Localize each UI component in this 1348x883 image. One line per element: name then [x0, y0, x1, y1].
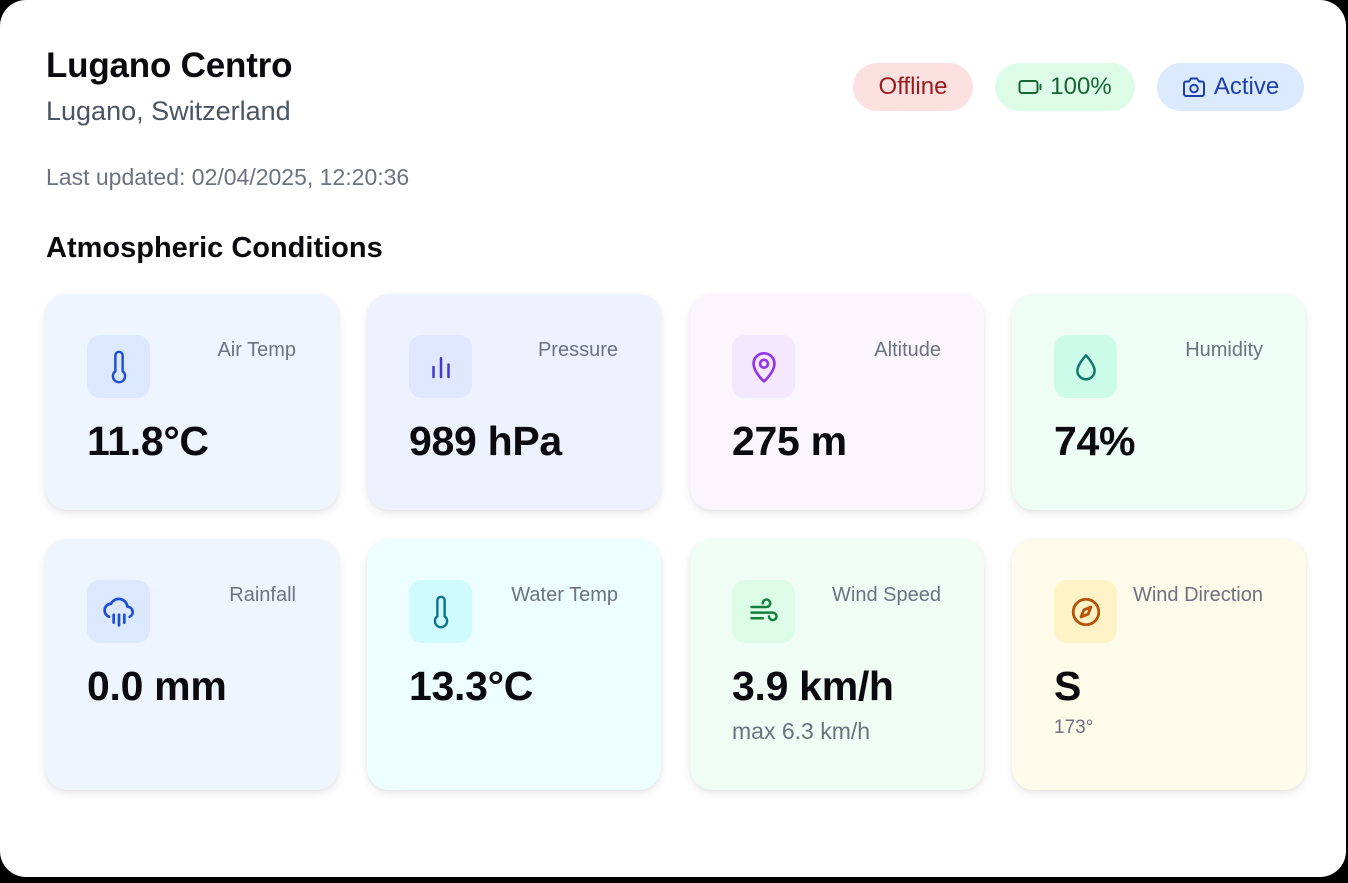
- tile-label: Wind Direction: [1132, 584, 1263, 606]
- tile-label: Wind Speed: [832, 584, 941, 606]
- tile-air-temp: Air Temp 11.8°C: [45, 294, 339, 510]
- tile-label: Altitude: [874, 339, 941, 361]
- compass-icon: [1054, 580, 1117, 643]
- tile-humidity: Humidity 74%: [1012, 294, 1306, 510]
- tile-rainfall: Rainfall 0.0 mm: [45, 539, 339, 790]
- tile-altitude: Altitude 275 m: [690, 294, 984, 510]
- tile-value: 11.8°C: [87, 418, 209, 464]
- tile-value: 3.9 km/h: [732, 663, 894, 709]
- droplet-icon: [1054, 335, 1117, 398]
- tile-label: Air Temp: [217, 339, 296, 361]
- tile-value: 0.0 mm: [87, 663, 227, 709]
- status-badges: Offline 100% Active: [853, 63, 1304, 111]
- tile-value: S: [1054, 663, 1082, 709]
- battery-badge: 100%: [995, 63, 1135, 111]
- battery-badge-label: 100%: [1050, 73, 1112, 100]
- last-updated: Last updated: 02/04/2025, 12:20:36: [46, 164, 410, 190]
- tile-label: Water Temp: [511, 584, 618, 606]
- bar-chart-icon: [409, 335, 472, 398]
- wind-icon: [732, 580, 795, 643]
- tile-label: Humidity: [1185, 339, 1263, 361]
- thermometer-icon: [87, 335, 150, 398]
- battery-icon: [1018, 79, 1042, 95]
- camera-badge-label: Active: [1213, 73, 1280, 100]
- camera-badge: Active: [1157, 63, 1304, 111]
- status-badge: Offline: [853, 63, 973, 111]
- tile-label: Rainfall: [229, 584, 296, 606]
- camera-icon: [1182, 76, 1206, 98]
- tile-label: Pressure: [537, 339, 618, 361]
- station-location: Lugano, Switzerland: [46, 96, 291, 126]
- cloud-rain-icon: [87, 580, 150, 643]
- map-pin-icon: [732, 335, 795, 398]
- tile-water-temp: Water Temp 13.3°C: [367, 539, 661, 790]
- station-name: Lugano Centro: [46, 46, 293, 85]
- tile-wind-direction: Wind Direction S 173°: [1012, 539, 1306, 790]
- tile-wind-speed: Wind Speed 3.9 km/h max 6.3 km/h: [690, 539, 984, 790]
- tile-subtext: 173°: [1054, 717, 1094, 738]
- tile-value: 275 m: [732, 418, 847, 464]
- tile-subtext: max 6.3 km/h: [732, 718, 871, 744]
- tile-value: 13.3°C: [409, 663, 534, 709]
- thermometer-icon: [409, 580, 472, 643]
- status-badge-label: Offline: [878, 73, 948, 100]
- tile-value: 989 hPa: [409, 418, 562, 464]
- section-title: Atmospheric Conditions: [46, 232, 383, 264]
- station-card: Lugano Centro Lugano, Switzerland Offlin…: [0, 0, 1346, 877]
- tile-value: 74%: [1054, 418, 1136, 464]
- tile-pressure: Pressure 989 hPa: [367, 294, 661, 510]
